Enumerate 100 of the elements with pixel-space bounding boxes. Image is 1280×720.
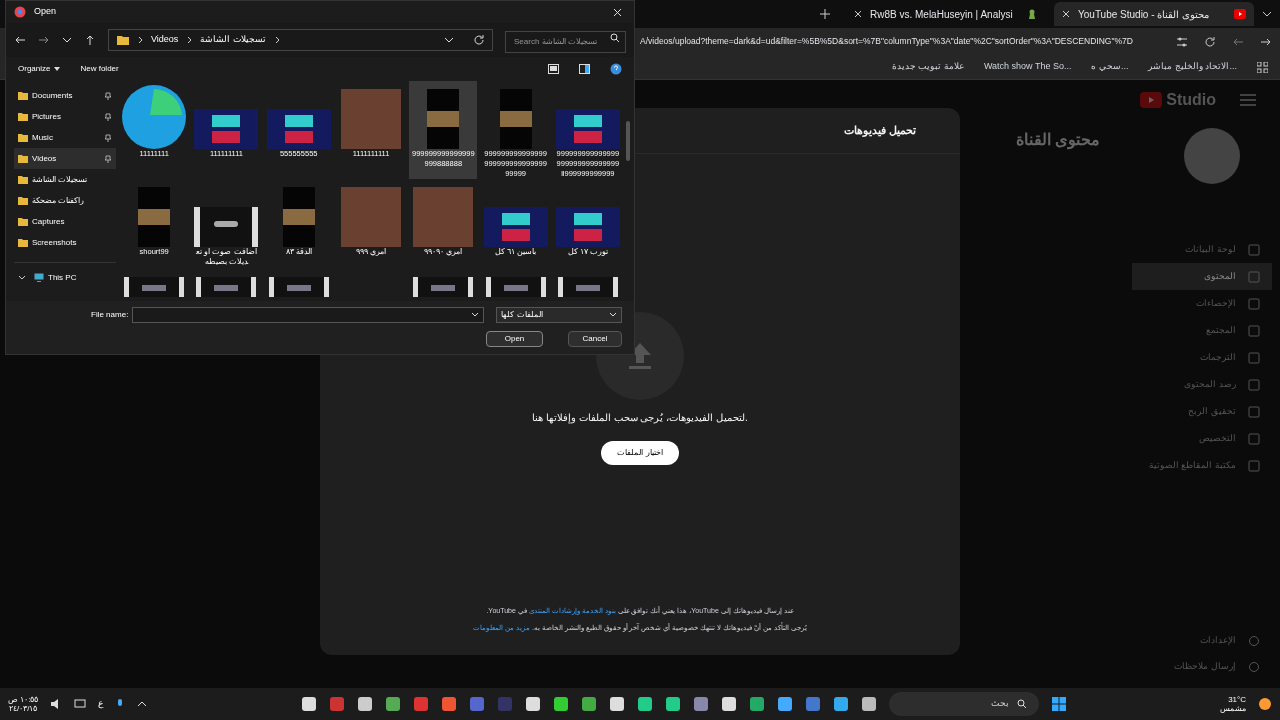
nav-icon xyxy=(1248,243,1260,256)
app-icon xyxy=(300,696,317,712)
chevron-down-icon xyxy=(1262,9,1272,19)
clock-date: ٢٤/٠٣/١٥ xyxy=(9,704,38,713)
page-title: محتوى القناة xyxy=(1015,130,1100,152)
folder-icon xyxy=(18,238,28,247)
open-button[interactable]: Open xyxy=(486,331,543,347)
app-icon xyxy=(580,696,597,712)
video-thumbnail xyxy=(555,207,620,247)
video-thumbnail xyxy=(483,207,548,247)
app-icon xyxy=(384,696,401,712)
view-icon xyxy=(548,64,559,74)
browser-logo-icon xyxy=(14,6,26,18)
navigation-item[interactable]: Captures xyxy=(14,211,116,232)
bookmark[interactable]: سحي ه... xyxy=(1091,60,1129,74)
sun-icon xyxy=(1258,697,1272,711)
video-thumbnail xyxy=(485,277,546,297)
weather-condition: مشمس xyxy=(1220,704,1246,713)
navigation-item[interactable]: Pictures xyxy=(14,106,116,127)
language-indicator[interactable]: ع xyxy=(98,697,104,711)
cancel-button[interactable]: Cancel xyxy=(568,331,622,347)
video-thumbnail xyxy=(138,187,171,247)
app-icon xyxy=(692,696,709,712)
browser-tab[interactable]: Rw8B vs. MelaHuseyin | Analysi xyxy=(846,2,1046,26)
back-arrow-icon xyxy=(14,34,26,46)
breadcrumb[interactable]: تسجيلات الشاشة xyxy=(200,33,266,47)
breadcrumb[interactable]: Videos xyxy=(151,33,179,47)
navigation-item[interactable]: تسجيلات الشاشة xyxy=(14,169,116,190)
apps-grid-icon xyxy=(1257,61,1268,73)
file-name-label: File name: xyxy=(91,309,129,321)
navigation-item[interactable]: Music xyxy=(14,127,116,148)
video-thumbnail xyxy=(413,187,474,247)
video-thumbnail xyxy=(194,109,259,149)
bookmark[interactable]: الاتحاد والخليج مباشر... xyxy=(1148,60,1237,74)
close-icon xyxy=(613,7,622,17)
app-icon xyxy=(468,696,485,712)
avatar xyxy=(1184,128,1240,184)
chevron-up-icon xyxy=(137,699,148,709)
network-icon xyxy=(74,698,87,710)
file-type-dropdown[interactable]: الملفات كلها xyxy=(496,307,622,323)
folder-icon xyxy=(18,175,28,184)
nav-icon xyxy=(1248,270,1260,283)
browser-tab[interactable]: YouTube Studio - محتوى القناة xyxy=(1054,2,1254,26)
navigation-item[interactable]: Screenshots xyxy=(14,232,116,253)
taskbar-search[interactable]: بحث xyxy=(888,692,1039,716)
app-icon xyxy=(552,696,569,712)
organize-menu[interactable]: Organize xyxy=(18,63,51,75)
nav-icon xyxy=(1248,378,1260,391)
video-thumbnail xyxy=(194,207,259,247)
dialog-title: Open xyxy=(34,5,58,19)
upload-prompt: لتحميل الفيديوهات، يُرجى سحب الملفات وإفلاتها هنا. xyxy=(532,411,748,425)
app-icon xyxy=(356,696,373,712)
search-icon xyxy=(1016,699,1027,709)
select-files-button[interactable]: اختيار الملفات xyxy=(601,441,679,465)
nav-icon xyxy=(1248,297,1260,310)
app-icon xyxy=(720,696,737,712)
reload-icon xyxy=(1204,35,1216,48)
app-icon xyxy=(804,696,821,712)
up-arrow-icon xyxy=(84,34,96,46)
bookmark[interactable]: Watch show The So... xyxy=(983,60,1072,74)
folder-icon xyxy=(18,196,28,205)
app-icon xyxy=(608,696,625,712)
caret-down-icon xyxy=(54,67,61,71)
search-icon xyxy=(610,33,620,44)
folder-icon xyxy=(18,91,28,100)
folder-icon xyxy=(18,154,28,163)
app-icon xyxy=(636,696,653,712)
menu-icon xyxy=(1240,94,1256,106)
chevron-down-icon xyxy=(609,311,617,319)
video-thumbnail xyxy=(266,109,331,149)
video-thumbnail xyxy=(427,89,460,149)
video-thumbnail xyxy=(341,89,401,149)
monitor-icon xyxy=(34,273,44,282)
nav-icon xyxy=(1248,405,1260,418)
navigation-item[interactable]: Videos xyxy=(14,148,116,169)
bookmark[interactable]: علامة تبويب جديدة xyxy=(891,60,964,74)
chevron-down-icon xyxy=(471,311,480,319)
nav-item[interactable]: المحتوى xyxy=(1132,263,1272,290)
folder-icon xyxy=(117,35,129,45)
nav-icon xyxy=(1248,459,1260,472)
scrollbar[interactable] xyxy=(626,121,630,161)
app-icon xyxy=(860,696,877,712)
app-icon xyxy=(412,696,429,712)
video-thumbnail xyxy=(499,89,532,149)
navigation-item[interactable]: This PC xyxy=(14,267,116,288)
chevron-down-icon xyxy=(18,273,26,282)
close-icon xyxy=(1062,10,1070,18)
app-icon xyxy=(664,696,681,712)
video-thumbnail xyxy=(555,109,620,149)
search-field[interactable]: Search تسجيلات الشاشة xyxy=(505,30,626,53)
video-thumbnail xyxy=(413,277,474,297)
youtube-logo-icon xyxy=(1234,9,1246,19)
new-folder-button[interactable]: New folder xyxy=(80,63,119,75)
navigation-item[interactable]: راكفنات مضحكة xyxy=(14,190,116,211)
app-icon xyxy=(832,696,849,712)
address-bar[interactable]: A/videos/upload?theme=dark&d=ud&filter=%5B%5D&sort=%7B"columnType"%3A"date"%2C"sortOrder"%3A"DESCENDING"%7D xyxy=(640,30,1168,53)
navigation-item[interactable]: Documents xyxy=(14,85,116,106)
preview-pane-icon xyxy=(579,64,590,74)
video-thumbnail xyxy=(282,187,315,247)
file-name-field[interactable] xyxy=(132,307,485,323)
